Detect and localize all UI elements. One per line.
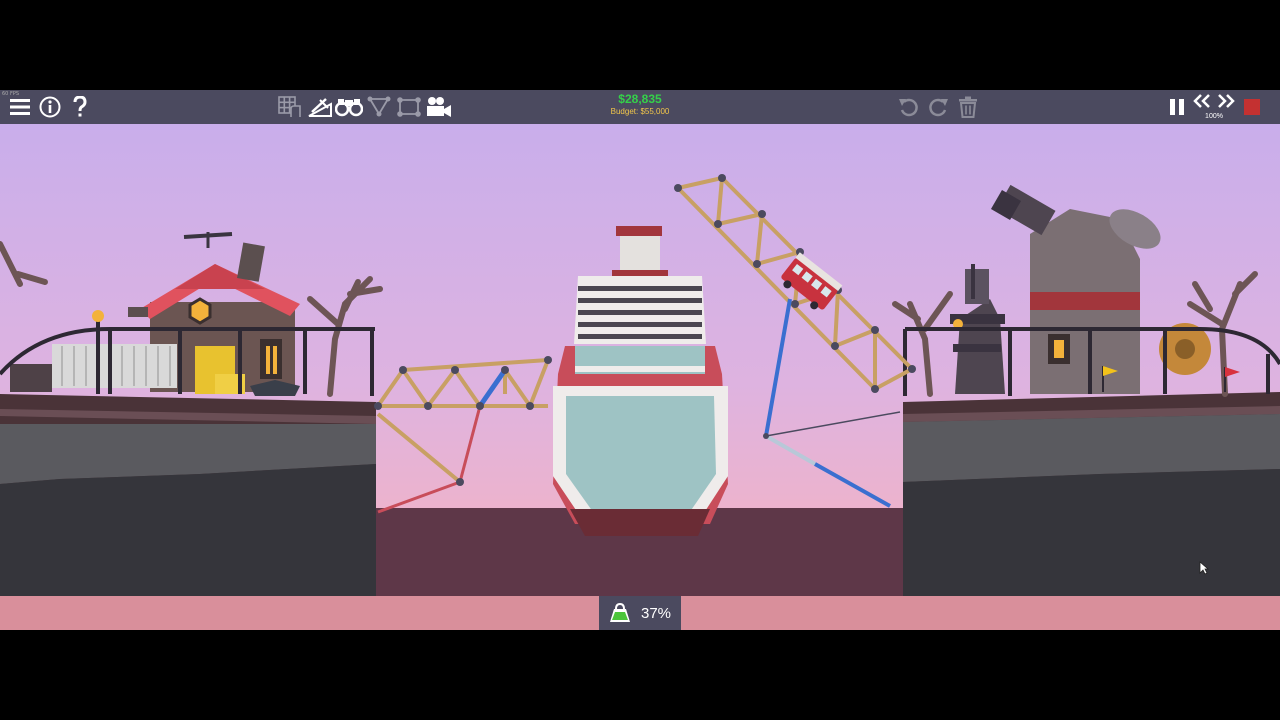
budget-display: $28,835 Budget: $55,000 bbox=[600, 92, 680, 117]
left-shore bbox=[0, 394, 376, 596]
stress-percent: 37% bbox=[640, 604, 672, 622]
undo-icon[interactable] bbox=[897, 90, 921, 124]
trash-icon[interactable] bbox=[956, 90, 980, 124]
ramp-icon[interactable] bbox=[307, 90, 333, 124]
game-scene[interactable] bbox=[0, 124, 1280, 596]
slower-icon[interactable] bbox=[1192, 90, 1212, 112]
letterbox-bottom bbox=[0, 630, 1280, 720]
info-icon[interactable] bbox=[38, 90, 62, 124]
camera-icon[interactable] bbox=[425, 90, 453, 124]
stress-indicator[interactable]: 37% bbox=[599, 596, 681, 630]
split-joints-icon[interactable] bbox=[366, 90, 392, 124]
pause-icon[interactable] bbox=[1166, 90, 1188, 124]
binoculars-icon[interactable] bbox=[335, 90, 363, 124]
mouse-cursor-icon bbox=[1199, 561, 1209, 575]
weight-icon bbox=[609, 603, 630, 622]
faster-icon[interactable] bbox=[1216, 90, 1236, 112]
stop-icon[interactable] bbox=[1242, 90, 1262, 124]
cash-remaining: $28,835 bbox=[618, 92, 662, 106]
help-icon[interactable] bbox=[68, 90, 92, 124]
right-shore bbox=[903, 392, 1280, 596]
grid-icon[interactable] bbox=[277, 90, 303, 124]
fps-counter: 60 FPS bbox=[2, 91, 20, 97]
budget-total: Budget: $55,000 bbox=[610, 107, 670, 116]
letterbox-top bbox=[0, 0, 1280, 90]
sim-speed-label: 100% bbox=[1205, 113, 1223, 120]
left-lamp bbox=[92, 310, 104, 322]
anchor-icon[interactable] bbox=[396, 90, 422, 124]
redo-icon[interactable] bbox=[926, 90, 950, 124]
